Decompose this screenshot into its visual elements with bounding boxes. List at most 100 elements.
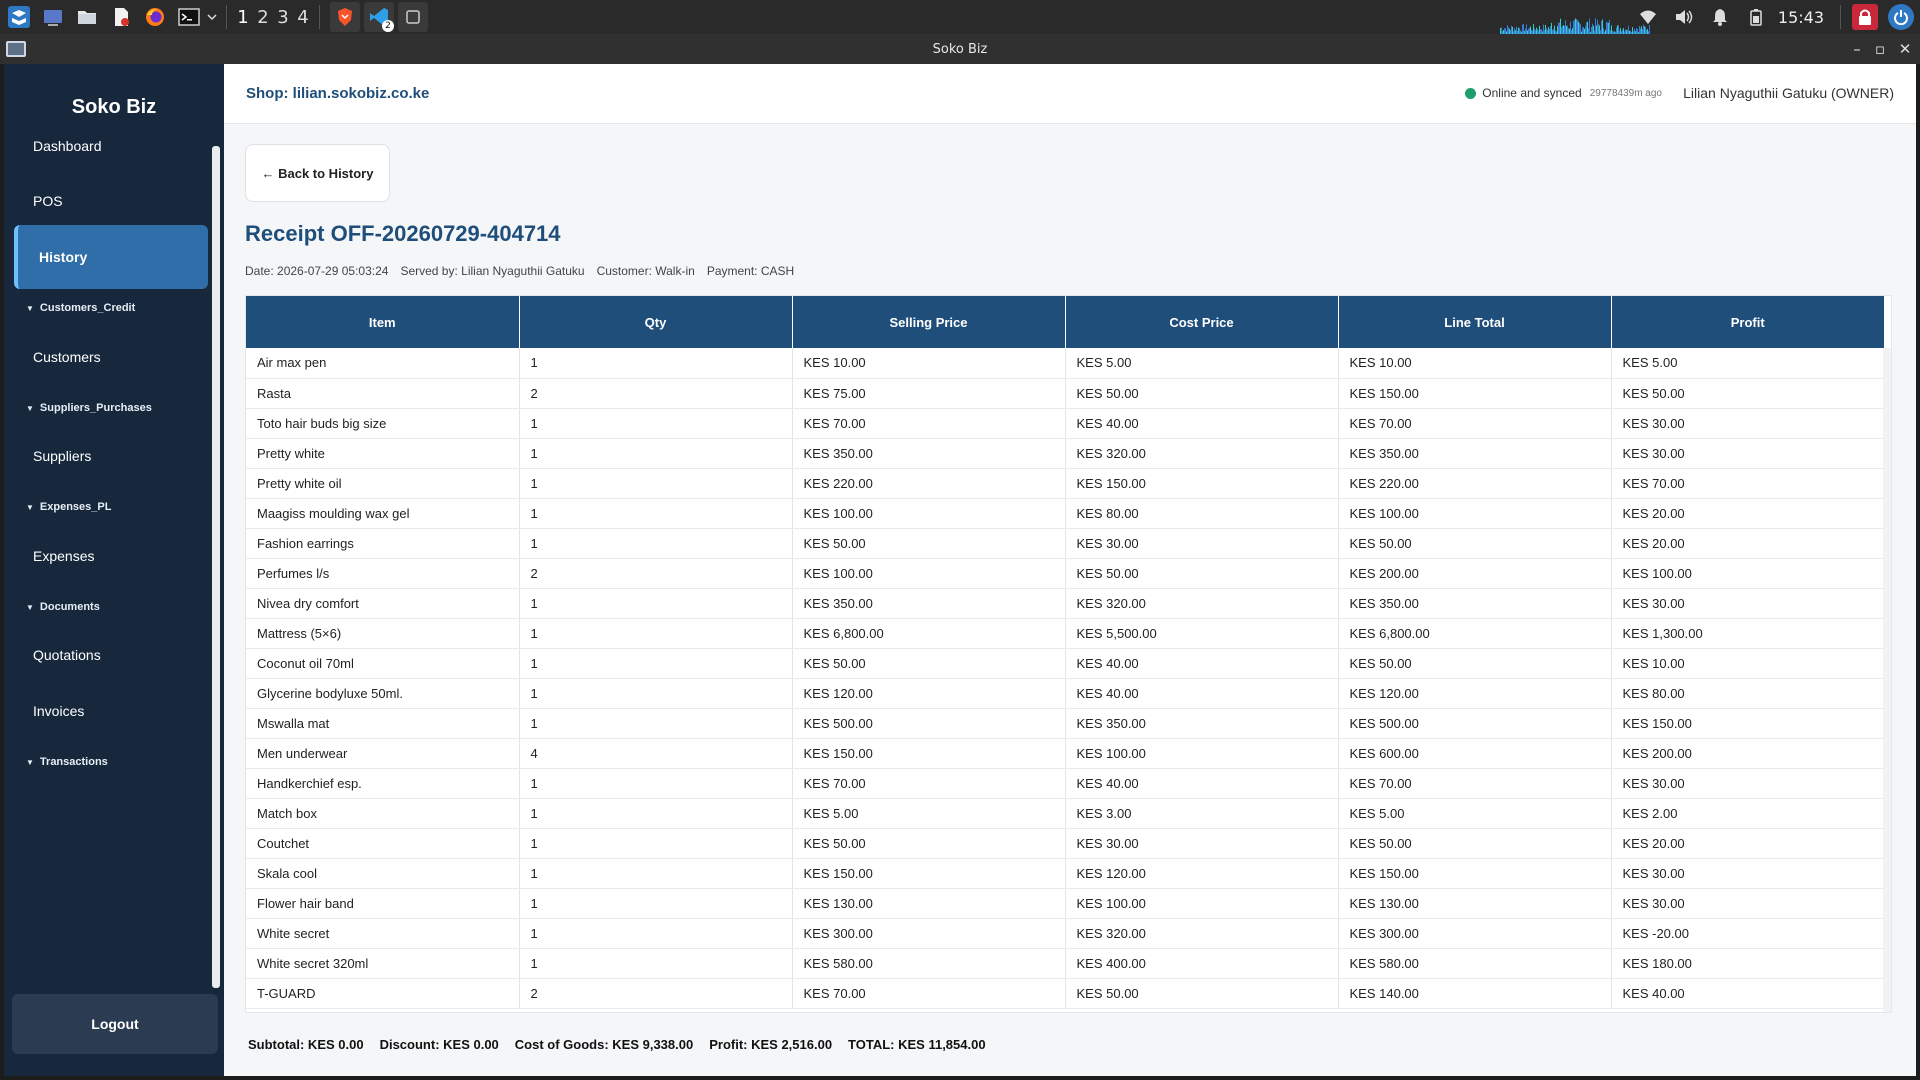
top-bar: Shop: lilian.sokobiz.co.ke Online and sy…	[224, 64, 1916, 124]
table-row: Pretty white oil 1 KES 220.00 KES 150.00 KES…	[246, 468, 1884, 499]
taskbar-separator	[226, 5, 227, 29]
table-cell-cost-price: KES 40.00	[1065, 648, 1339, 679]
notification-bell-icon[interactable]	[1707, 4, 1733, 30]
sidebar-section-expenses-pl[interactable]: ▼ Expenses_PL	[26, 501, 111, 513]
table-cell-selling-price: KES 220.00	[792, 468, 1066, 499]
table-cell-cost-price: KES 100.00	[1065, 738, 1339, 769]
table-cell-qty: 1	[519, 438, 793, 469]
lock-icon[interactable]	[1852, 4, 1878, 30]
column-header-cost-price[interactable]: Cost Price	[1065, 296, 1339, 348]
back-to-history-button[interactable]: ← Back to History	[245, 144, 390, 202]
clock[interactable]: 15:43	[1778, 8, 1824, 27]
sync-ago: 29778439m ago	[1589, 87, 1662, 99]
table-cell-qty: 1	[519, 888, 793, 919]
sidebar-item-pos[interactable]: POS	[14, 169, 208, 233]
table-cell-profit: KES -20.00	[1611, 918, 1884, 949]
sidebar-item-customers[interactable]: Customers	[14, 325, 208, 389]
table-cell-qty: 1	[519, 468, 793, 499]
maximize-icon[interactable]: ▫	[1869, 38, 1891, 60]
table-cell-selling-price: KES 130.00	[792, 888, 1066, 919]
sidebar-section-documents[interactable]: ▼ Documents	[26, 601, 100, 613]
desktop-icon[interactable]	[38, 2, 68, 32]
wifi-icon[interactable]	[1635, 4, 1661, 30]
summary-profit: Profit: KES 2,516.00	[709, 1037, 833, 1052]
sidebar-item-invoices[interactable]: Invoices	[14, 679, 208, 743]
sidebar-section-suppliers-purchases[interactable]: ▼ Suppliers_Purchases	[26, 402, 152, 414]
workspace-1[interactable]: 1	[233, 7, 253, 28]
table-cell-qty: 4	[519, 738, 793, 769]
table-cell-item: White secret 320ml	[246, 948, 520, 979]
table-cell-item: Mattress (5×6)	[246, 618, 520, 649]
column-header-profit[interactable]: Profit	[1611, 296, 1884, 348]
column-header-line-total[interactable]: Line Total	[1338, 296, 1612, 348]
table-cell-selling-price: KES 300.00	[792, 918, 1066, 949]
table-cell-item: Glycerine bodyluxe 50ml.	[246, 678, 520, 709]
table-cell-qty: 1	[519, 528, 793, 559]
sidebar-section-transactions[interactable]: ▼ Transactions	[26, 756, 108, 768]
window-icon[interactable]	[398, 2, 428, 32]
table-cell-qty: 1	[519, 408, 793, 439]
table-cell-cost-price: KES 50.00	[1065, 378, 1339, 409]
volume-icon[interactable]	[1671, 4, 1697, 30]
caret-down-icon: ▼	[26, 304, 34, 313]
window-app-icon	[6, 41, 26, 57]
table-row: Fashion earrings 1 KES 50.00 KES 30.00 KES 5…	[246, 528, 1884, 559]
table-cell-item: Match box	[246, 798, 520, 829]
column-header-item[interactable]: Item	[246, 296, 520, 348]
table-cell-cost-price: KES 3.00	[1065, 798, 1339, 829]
table-cell-line-total: KES 500.00	[1338, 708, 1612, 739]
text-editor-icon[interactable]	[106, 2, 136, 32]
table-cell-profit: KES 200.00	[1611, 738, 1884, 769]
table-cell-selling-price: KES 70.00	[792, 768, 1066, 799]
chevron-down-icon[interactable]	[204, 2, 220, 32]
receipt-summary: Subtotal: KES 0.00 Discount: KES 0.00 Co…	[248, 1037, 1002, 1052]
receipt-items-table-container: Item Qty Selling Price Cost Price Line Total…	[245, 295, 1892, 1013]
vscode-icon[interactable]: 2	[364, 2, 394, 32]
file-manager-icon[interactable]	[72, 2, 102, 32]
table-row: Glycerine bodyluxe 50ml. 1 KES 120.00 KES 4…	[246, 678, 1884, 709]
app-window: Soko Biz Dashboard POS History ▼ Customers_C…	[4, 64, 1916, 1076]
table-cell-line-total: KES 580.00	[1338, 948, 1612, 979]
receipt-title: Receipt OFF-20260729-404714	[245, 221, 561, 246]
table-scrollbar[interactable]	[1883, 348, 1891, 1012]
firefox-icon[interactable]	[140, 2, 170, 32]
workspace-2[interactable]: 2	[253, 7, 273, 28]
workspace-3[interactable]: 3	[273, 7, 293, 28]
sidebar-item-expenses[interactable]: Expenses	[14, 524, 208, 588]
close-icon[interactable]: ✕	[1894, 38, 1916, 60]
table-row: Mswalla mat 1 KES 500.00 KES 350.00 KES 500.…	[246, 708, 1884, 739]
column-header-selling-price[interactable]: Selling Price	[792, 296, 1066, 348]
table-cell-item: Mswalla mat	[246, 708, 520, 739]
app-launcher-icon[interactable]	[4, 2, 34, 32]
table-cell-profit: KES 30.00	[1611, 768, 1884, 799]
power-icon[interactable]	[1888, 4, 1914, 30]
table-cell-line-total: KES 50.00	[1338, 828, 1612, 859]
caret-down-icon: ▼	[26, 404, 34, 413]
table-row: T-GUARD 2 KES 70.00 KES 50.00 KES 140.00 KES …	[246, 978, 1884, 1009]
sidebar-scrollbar[interactable]	[212, 146, 220, 988]
sidebar-section-customers-credit[interactable]: ▼ Customers_Credit	[26, 302, 135, 314]
table-cell-profit: KES 80.00	[1611, 678, 1884, 709]
table-cell-line-total: KES 10.00	[1338, 348, 1612, 379]
table-cell-selling-price: KES 70.00	[792, 978, 1066, 1009]
column-header-qty[interactable]: Qty	[519, 296, 793, 348]
terminal-icon[interactable]	[174, 2, 204, 32]
sidebar-section-label: Suppliers_Purchases	[39, 402, 152, 414]
sidebar-item-quotations[interactable]: Quotations	[14, 623, 208, 687]
table-cell-line-total: KES 5.00	[1338, 798, 1612, 829]
table-cell-qty: 1	[519, 948, 793, 979]
table-cell-cost-price: KES 80.00	[1065, 498, 1339, 529]
table-cell-item: Pretty white oil	[246, 468, 520, 499]
minimize-icon[interactable]: –	[1846, 38, 1868, 60]
table-cell-selling-price: KES 150.00	[792, 738, 1066, 769]
workspace-4[interactable]: 4	[293, 7, 313, 28]
table-cell-profit: KES 70.00	[1611, 468, 1884, 499]
logout-button[interactable]: Logout	[12, 994, 218, 1054]
table-cell-cost-price: KES 40.00	[1065, 678, 1339, 709]
brave-browser-icon[interactable]	[330, 2, 360, 32]
table-cell-selling-price: KES 580.00	[792, 948, 1066, 979]
table-cell-line-total: KES 150.00	[1338, 858, 1612, 889]
battery-icon[interactable]	[1743, 4, 1769, 30]
sidebar-item-history[interactable]: History	[14, 225, 208, 289]
sidebar-item-suppliers[interactable]: Suppliers	[14, 424, 208, 488]
